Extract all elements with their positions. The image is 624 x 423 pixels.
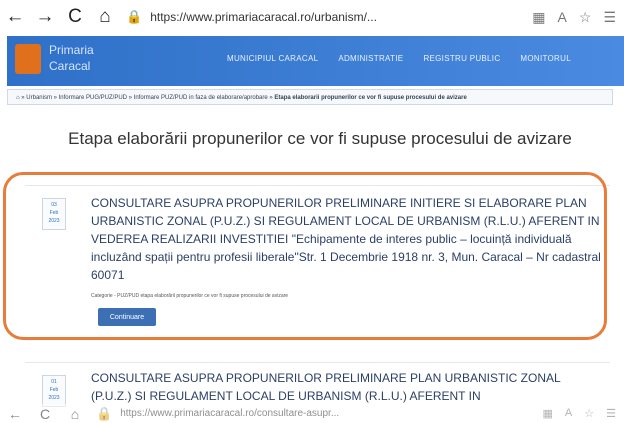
favorite-star-icon[interactable]: ☆ <box>579 9 592 26</box>
article-title-link[interactable]: CONSULTARE ASUPRA PROPUNERILOR PRELIMINA… <box>91 194 601 284</box>
list-item: 03 Feb 2023 CONSULTARE ASUPRA PROPUNERIL… <box>25 185 610 334</box>
reader-icon[interactable]: ▦ <box>543 407 553 420</box>
reload-icon[interactable]: C <box>60 6 90 28</box>
favorites-list-icon[interactable]: ☰ <box>606 407 616 420</box>
home-icon[interactable]: ⌂ <box>90 6 120 28</box>
list-item: 01 Feb 2023 CONSULTARE ASUPRA PROPUNERIL… <box>25 362 610 407</box>
browser-toolbar-duplicate: ← C ⌂ 🔒 https://www.primariacaracal.ro/c… <box>0 404 624 423</box>
read-aloud-icon[interactable]: A <box>558 9 567 26</box>
nav-municipiul[interactable]: MUNICIPIUL CARACAL <box>227 54 318 63</box>
continue-button[interactable]: Continuare <box>98 308 156 326</box>
date-year: 2023 <box>48 218 60 224</box>
nav-registru-public[interactable]: REGISTRU PUBLIC <box>423 54 500 63</box>
favorites-list-icon[interactable]: ☰ <box>603 9 616 26</box>
date-month: Feb <box>49 210 59 216</box>
address-bar[interactable]: 🔒 https://www.primariacaracal.ro/consult… <box>96 406 537 422</box>
forward-icon[interactable]: → <box>30 6 60 28</box>
date-badge: 01 Feb 2023 <box>42 375 66 407</box>
read-aloud-icon[interactable]: A <box>565 407 572 420</box>
date-year: 2023 <box>48 395 60 401</box>
reload-icon[interactable]: C <box>30 406 60 422</box>
site-header: Primaria Caracal MUNICIPIUL CARACAL ADMI… <box>7 36 624 86</box>
address-bar[interactable]: 🔒 https://www.primariacaracal.ro/urbanis… <box>126 9 526 25</box>
home-icon[interactable]: ⌂ <box>60 406 90 422</box>
date-day: 03 <box>51 202 57 208</box>
main-nav: MUNICIPIUL CARACAL ADMINISTRATIE REGISTR… <box>227 54 571 63</box>
brand-line-2: Caracal <box>49 59 91 73</box>
page-title: Etapa elaborării propunerilor ce vor fi … <box>68 129 572 148</box>
date-badge: 03 Feb 2023 <box>42 198 66 230</box>
site-brand[interactable]: Primaria Caracal <box>49 42 94 74</box>
home-icon[interactable]: ⌂ » <box>16 95 26 101</box>
breadcrumb-current: Etapa elaborarii propunerilor ce vor fi … <box>274 95 467 101</box>
reader-icon[interactable]: ▦ <box>532 9 545 26</box>
article-category[interactable]: Categorie - PUZ/PUD etapa elaborării pro… <box>91 293 288 299</box>
site-logo[interactable] <box>15 44 41 74</box>
date-month: Feb <box>49 387 59 393</box>
breadcrumb-path[interactable]: Urbanism » Informare PUG/PUZ/PUD » Infor… <box>26 95 272 101</box>
nav-administratie[interactable]: ADMINISTRATIE <box>338 54 403 63</box>
date-day: 01 <box>51 379 57 385</box>
breadcrumb: ⌂ » Urbanism » Informare PUG/PUZ/PUD » I… <box>7 89 613 105</box>
toolbar-actions: ▦ A ☆ ☰ <box>532 9 624 26</box>
article-title-link[interactable]: CONSULTARE ASUPRA PROPUNERILOR PRELIMINA… <box>91 369 601 405</box>
url-text: https://www.primariacaracal.ro/urbanism/… <box>150 10 377 24</box>
back-icon[interactable]: ← <box>0 6 30 28</box>
brand-line-1: Primaria <box>49 43 94 57</box>
lock-icon: 🔒 <box>126 9 143 24</box>
favorite-star-icon[interactable]: ☆ <box>584 407 594 420</box>
lock-icon: 🔒 <box>96 405 113 421</box>
url-text: https://www.primariacaracal.ro/consultar… <box>120 408 340 419</box>
toolbar-actions: ▦ A ☆ ☰ <box>543 407 624 420</box>
back-icon[interactable]: ← <box>0 406 30 422</box>
browser-toolbar: ← → C ⌂ 🔒 https://www.primariacaracal.ro… <box>0 0 624 34</box>
nav-monitorul[interactable]: MONITORUL <box>520 54 571 63</box>
